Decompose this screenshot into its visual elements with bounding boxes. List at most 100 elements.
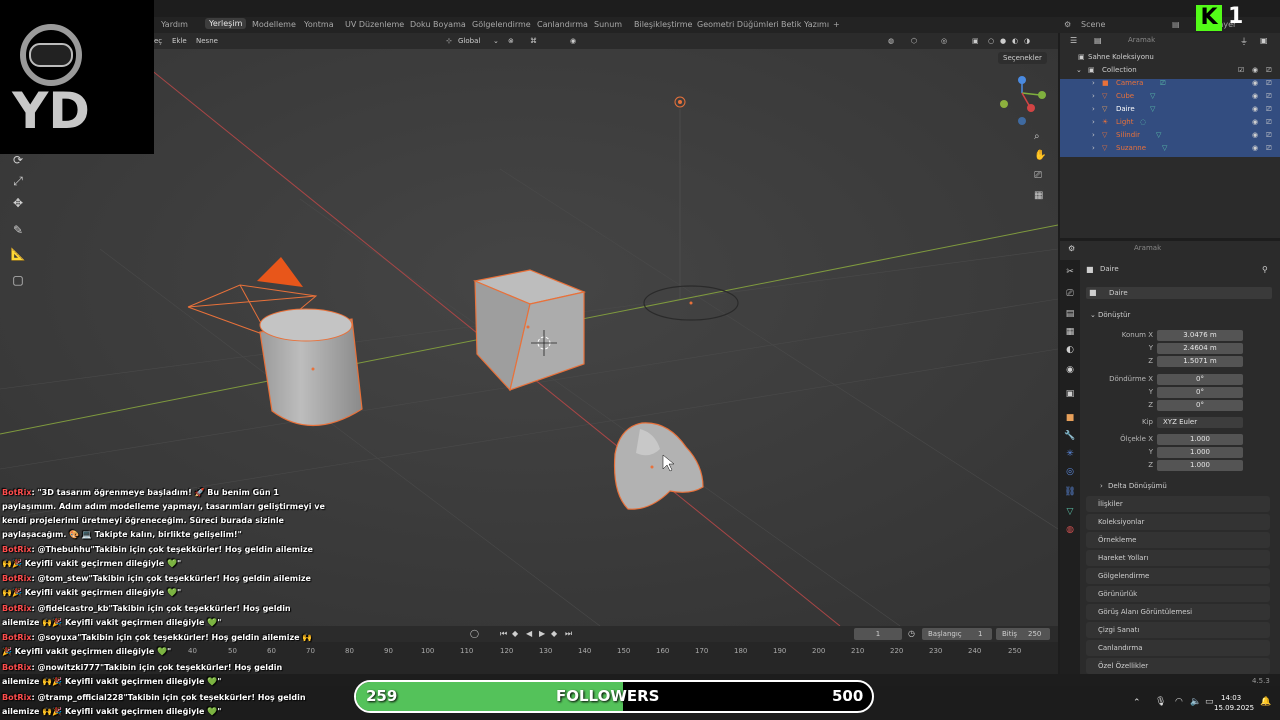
world-tab-icon[interactable]: ◉ (1064, 364, 1076, 376)
rotation-mode-select[interactable]: XYZ Euler (1157, 417, 1243, 428)
eye-icon[interactable]: ◉ (1252, 118, 1258, 126)
material-tab-icon[interactable]: ◍ (1064, 524, 1076, 536)
outliner-item-suzanne[interactable]: › ▽ Suzanne ▽ ◉ ⎚ (1060, 144, 1280, 157)
delta-transform-panel[interactable]: Delta Dönüşümü (1108, 482, 1167, 490)
prev-keyframe-icon[interactable]: ◆ (512, 629, 518, 638)
camera-render-icon[interactable]: ⎚ (1266, 66, 1272, 75)
clock-time[interactable]: 14:03 (1221, 694, 1241, 702)
help-menu[interactable]: Yardım (161, 20, 188, 29)
scale-tool-icon[interactable]: ⤢ (6, 171, 30, 191)
tab-layout[interactable]: Yerleşim (205, 18, 247, 29)
collection-tab-icon[interactable]: ▣ (1064, 388, 1076, 400)
camera-render-icon[interactable]: ⎚ (1266, 105, 1272, 114)
rendered-shading-icon[interactable]: ◑ (1024, 37, 1030, 45)
checkbox-icon[interactable]: ☑ (1238, 66, 1244, 74)
properties-search-input[interactable]: Aramak (1134, 244, 1161, 252)
display-mode-icon[interactable]: ▤ (1094, 36, 1102, 45)
scale-z-field[interactable]: 1.000 (1157, 460, 1243, 471)
overlay-toggle-icon[interactable]: ◎ (941, 37, 947, 45)
zoom-icon[interactable]: ⌕ (1034, 131, 1040, 142)
properties-editor-icon[interactable]: ⚙ (1068, 244, 1075, 253)
outliner-item-daire[interactable]: › ▽ Daire ▽ ◉ ⎚ (1060, 105, 1280, 118)
camera-view-icon[interactable]: ⎚ (1034, 170, 1042, 181)
eye-icon[interactable]: ◉ (1252, 79, 1258, 87)
eye-icon[interactable]: ◉ (1252, 131, 1258, 139)
clock-date[interactable]: 15.09.2025 (1214, 704, 1254, 712)
jump-start-icon[interactable]: ⏮ (500, 629, 507, 639)
filter-icon[interactable]: ⏚ (1240, 36, 1248, 47)
rotation-x-field[interactable]: 0° (1157, 374, 1243, 385)
rotation-y-field[interactable]: 0° (1157, 387, 1243, 398)
jump-end-icon[interactable]: ⏭ (565, 629, 572, 639)
tab-uv-editing[interactable]: UV Düzenleme (345, 20, 404, 29)
pin-icon[interactable]: ⚲ (1262, 265, 1268, 274)
view-layer-tab-icon[interactable]: ▦ (1064, 326, 1076, 338)
options-dropdown[interactable]: Seçenekler (998, 52, 1047, 64)
tray-chevron-icon[interactable]: ⌃ (1133, 698, 1141, 708)
start-frame-field[interactable]: Başlangıç 1 (922, 628, 992, 640)
perspective-grid-icon[interactable]: ▦ (1034, 190, 1043, 201)
scene-icon[interactable]: ⚙ (1064, 20, 1071, 29)
material-shading-icon[interactable]: ◐ (1012, 37, 1018, 45)
object-menu[interactable]: Nesne (196, 37, 218, 45)
add-cube-tool-icon[interactable]: ▢ (6, 270, 30, 290)
tab-sculpting[interactable]: Yontma (304, 20, 334, 29)
add-workspace-icon[interactable]: + (833, 20, 840, 29)
eye-icon[interactable]: ◉ (1252, 144, 1258, 152)
scene-tab-icon[interactable]: ◐ (1064, 344, 1076, 356)
pivot-icon[interactable]: ⊗ (508, 37, 514, 45)
add-menu[interactable]: Ekle (172, 37, 187, 45)
play-icon[interactable]: ▶ (539, 629, 545, 638)
xray-toggle-icon[interactable]: ▣ (972, 37, 979, 45)
cylinder-object[interactable] (259, 308, 363, 427)
tab-shading[interactable]: Gölgelendirme (472, 20, 531, 29)
panel-collections[interactable]: Koleksiyonlar (1086, 514, 1270, 530)
volume-icon[interactable]: 🔈 (1190, 697, 1201, 707)
wireframe-shading-icon[interactable]: ○ (988, 37, 994, 45)
collection-row[interactable]: ⌄ ▣ Collection ☑ ◉ ⎚ (1060, 66, 1280, 79)
outliner-editor-icon[interactable]: ☰ (1070, 36, 1077, 45)
wifi-icon[interactable]: ◠ (1175, 697, 1183, 707)
notification-icon[interactable]: 🔔 (1260, 697, 1271, 707)
output-tab-icon[interactable]: ▤ (1064, 308, 1076, 320)
panel-animation[interactable]: Canlandırma (1086, 640, 1270, 656)
scale-y-field[interactable]: 1.000 (1157, 447, 1243, 458)
transform-tool-icon[interactable]: ✥ (6, 193, 30, 213)
tab-geometry-nodes[interactable]: Geometri Düğümleri (697, 20, 779, 29)
tab-texture-paint[interactable]: Doku Boyama (410, 20, 466, 29)
outliner-item-cube[interactable]: › ▽ Cube ▽ ◉ ⎚ (1060, 92, 1280, 105)
transform-panel-header[interactable]: Dönüştür (1098, 311, 1130, 319)
tab-rendering[interactable]: Sunum (594, 20, 622, 29)
outliner-item-light[interactable]: › ☀ Light ◌ ◉ ⎚ (1060, 118, 1280, 131)
particles-tab-icon[interactable]: ✳ (1064, 448, 1076, 460)
battery-icon[interactable]: ▭ (1205, 697, 1214, 707)
outliner-search-input[interactable]: Aramak (1128, 36, 1155, 44)
transform-orientation-select[interactable]: Global (458, 37, 480, 45)
view-object-types-icon[interactable]: ◍ (888, 37, 894, 45)
record-icon[interactable]: ◯ (470, 629, 479, 638)
outliner-item-cylinder[interactable]: › ▽ Silindir ▽ ◉ ⎚ (1060, 131, 1280, 144)
tab-modeling[interactable]: Modelleme (252, 20, 296, 29)
tab-compositing[interactable]: Bileşikleştirme (634, 20, 692, 29)
solid-shading-icon[interactable]: ● (1000, 37, 1006, 45)
camera-render-icon[interactable]: ⎚ (1266, 92, 1272, 101)
outliner-item-camera[interactable]: › ■ Camera ⎚ ◉ ⎚ (1060, 79, 1280, 92)
camera-render-icon[interactable]: ⎚ (1266, 131, 1272, 140)
select-menu[interactable]: eç (154, 37, 162, 45)
scene-selector[interactable]: Scene (1081, 20, 1105, 29)
eye-icon[interactable]: ◉ (1252, 105, 1258, 113)
constraints-tab-icon[interactable]: ⛓ (1064, 486, 1076, 498)
physics-tab-icon[interactable]: ◎ (1064, 466, 1076, 478)
location-z-field[interactable]: 1.5071 m (1157, 356, 1243, 367)
panel-custom-properties[interactable]: Özel Özellikler (1086, 658, 1270, 674)
eye-icon[interactable]: ◉ (1252, 66, 1258, 74)
render-tab-icon[interactable]: ⎚ (1064, 288, 1076, 300)
pan-hand-icon[interactable]: ✋ (1034, 150, 1046, 161)
panel-visibility[interactable]: Görünürlük (1086, 586, 1270, 602)
data-tab-icon[interactable]: ▽ (1064, 506, 1076, 518)
annotate-tool-icon[interactable]: ✎ (6, 220, 30, 240)
new-collection-icon[interactable]: ▣ (1260, 36, 1268, 45)
next-keyframe-icon[interactable]: ◆ (551, 629, 557, 638)
modifier-tab-icon[interactable]: 🔧 (1064, 430, 1076, 442)
snap-icon[interactable]: ⌘ (530, 37, 537, 45)
